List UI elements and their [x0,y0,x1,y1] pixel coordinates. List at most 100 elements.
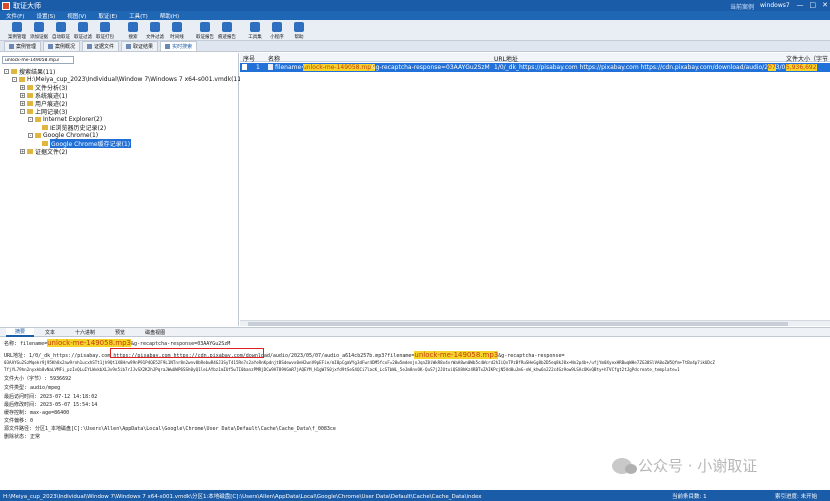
folder-icon [27,92,33,98]
detail-file-offset: 文件偏移: 0 [4,418,34,424]
menu-file[interactable]: 文件(F) [6,12,24,20]
collapse-icon[interactable]: - [28,116,33,122]
trace-report-button[interactable]: 痕迹报告 [216,20,238,41]
expand-icon[interactable]: + [20,148,25,154]
status-bar: H:\Meiya_cup_2023\Individual\Window 7\Wi… [0,490,830,501]
horizontal-scrollbar[interactable] [240,320,830,326]
wechat-icon [612,457,637,474]
table-row[interactable]: 1 filename= unlock-me-149058.mp3 &g-reca… [240,63,830,72]
case-manage-button[interactable]: 案例管理 [6,20,28,41]
url-annotation-box [110,348,264,358]
report-icon [200,22,210,32]
menu-tools[interactable]: 工具(T) [129,12,148,20]
tab-text[interactable]: 文本 [36,328,64,337]
chrome-icon [35,132,41,138]
collapse-icon[interactable]: - [28,132,33,138]
tree-node[interactable]: IE浏览器历史记录(2) [42,123,106,132]
maximize-button[interactable]: □ [810,1,817,9]
row-size: 5,936,692 [786,64,817,71]
expand-icon[interactable]: + [20,92,25,98]
trace-report-icon [222,22,232,32]
tab-forensics-results[interactable]: 取证结果 [121,41,159,51]
menu-view[interactable]: 视图(V) [67,12,86,20]
col-url[interactable]: URL地址 [494,54,518,63]
col-size[interactable]: 文件大小（字节 [786,54,828,63]
help-icon [294,22,304,32]
forensics-filter-button[interactable]: 取证过滤 [72,20,94,41]
applet-button[interactable]: 小程序 [266,20,288,41]
status-index-progress: 索引进度: 未开始 [775,493,818,500]
search-input[interactable] [2,56,74,64]
case-label: 当前案例 [730,4,755,11]
file-filter-button[interactable]: 文件过滤 [144,20,166,41]
case-name: windows7 [760,2,790,9]
detail-name-line: 名称: filename=unlock-me-149058.mp3&g-reca… [4,339,231,347]
watermark-text: 公众号 · 小谢取证 [638,457,758,475]
search-tree-pane: -搜索结果(11) -H:\Meiya_cup_2023\Individual\… [0,53,243,326]
add-evidence-button[interactable]: 添加证据 [28,20,50,41]
search-icon [165,44,171,49]
help-button[interactable]: 帮助 [288,20,310,41]
tab-evidence-files[interactable]: 证据文件 [82,41,120,51]
minimize-button[interactable]: — [797,1,804,9]
results-icon [126,44,132,49]
detail-last-modified: 最后修改时间: 2023-05-07 15:54:14 [4,402,98,408]
filter-icon [78,22,88,32]
detail-file-size: 文件大小（字节）: 5936692 [4,376,72,382]
auto-forensics-button[interactable]: 自动取证 [50,20,72,41]
menu-settings[interactable]: 设置(S) [36,12,55,20]
tab-summary[interactable]: 摘要 [6,327,35,337]
tree-node[interactable]: - 搜索结果(11) [4,67,55,76]
ie-history-icon [42,124,48,130]
collapse-icon[interactable]: - [20,108,25,114]
row-no: 1 [256,64,260,71]
detail-url-line: URL地址: 1/0/_dk_https://pisabay.com https… [4,351,565,359]
tree-node[interactable]: + 证据文件(2) [20,147,68,156]
menu-forensics[interactable]: 取证(E) [98,12,117,20]
file-filter-icon [150,22,160,32]
expand-icon[interactable]: + [20,84,25,90]
name-highlight: unlock-me-149058.mp3 [47,339,131,347]
globe-icon [27,108,33,114]
close-button[interactable]: ✕ [822,1,828,9]
chrome-cache-icon [42,140,48,146]
url-highlight: unlock-me-149058.mp3 [414,351,499,359]
row-name-highlight: unlock-me-149058.mp3 [303,64,375,71]
tools-icon [250,22,260,32]
detail-last-access: 最后访问时间: 2023-07-12 14:18:02 [4,394,98,400]
auto-icon [56,22,66,32]
scrollbar-thumb[interactable] [248,322,788,326]
expand-icon[interactable]: + [20,100,25,106]
forensics-package-button[interactable]: 取证打包 [94,20,116,41]
search-button[interactable]: 搜索 [122,20,144,41]
tab-hex[interactable]: 十六进制 [66,328,104,337]
tab-preview[interactable]: 预览 [106,328,134,337]
detail-source-path: 源文件路径: 分区1_本地磁盘[C]:\Users\Allen\AppData\… [4,426,336,432]
menu-help[interactable]: 帮助(H) [160,12,179,20]
app-logo-icon [2,1,10,10]
status-path: H:\Meiya_cup_2023\Individual\Window 7\Wi… [3,493,482,500]
tree-node[interactable]: - 上网记录(3) [20,107,68,116]
row-url-highlight: 07 [768,64,776,71]
tab-case-manage[interactable]: 案例管理 [4,41,42,51]
row-checkbox[interactable] [242,64,247,70]
toolset-button[interactable]: 工具集 [244,20,266,41]
tab-live-search[interactable]: 实时搜索 [160,41,198,51]
detail-delete-status: 删除状态: 正常 [4,434,41,440]
disk-icon [19,76,25,82]
col-no[interactable]: 序号 [243,54,255,63]
tab-case-overview[interactable]: 案例概况 [43,41,81,51]
case-icon [9,44,14,49]
overview-icon [48,44,54,49]
tab-disk-view[interactable]: 磁盘视图 [136,328,174,337]
col-name[interactable]: 名称 [268,54,280,63]
row-name-prefix: filename= [275,64,307,71]
forensics-report-button[interactable]: 取证报告 [194,20,216,41]
collapse-icon[interactable]: - [4,68,9,74]
timeline-button[interactable]: 时间线 [166,20,188,41]
folder-icon [27,100,33,106]
ie-icon [35,116,41,122]
folder-icon [12,22,22,32]
collapse-icon[interactable]: - [12,76,17,82]
recaptcha-token-line-1: 03AAYGu2SzMqekr9j95Kh8x2nw9rnh1ucxhSTt1j… [4,360,715,365]
